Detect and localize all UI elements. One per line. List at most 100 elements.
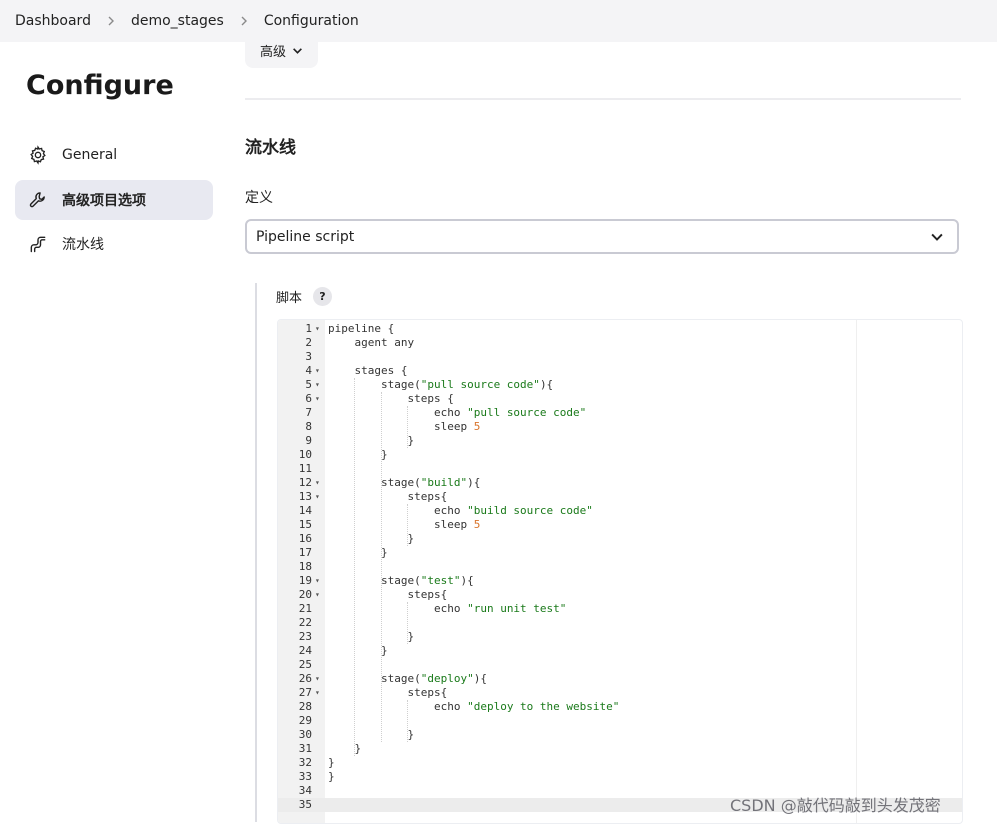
code-text: }: [328, 742, 362, 755]
code-text: steps{: [328, 588, 448, 601]
fold-arrow-icon[interactable]: ▾: [315, 322, 323, 336]
line-number: 10: [298, 448, 312, 461]
indent-guide: [407, 700, 408, 742]
breadcrumb-demo-stages[interactable]: demo_stages: [116, 13, 224, 29]
line-number: 20: [298, 588, 312, 601]
line-number: 12: [298, 476, 312, 489]
code-text: }: [328, 532, 415, 545]
line-number: 7: [305, 406, 312, 419]
code-text: echo "build source code": [328, 504, 593, 517]
line-number: 5: [305, 378, 312, 391]
line-number: 18: [298, 560, 312, 573]
definition-select[interactable]: Pipeline script: [245, 219, 959, 254]
line-number: 25: [298, 658, 312, 671]
watermark: CSDN @敲代码敲到头发茂密: [730, 796, 941, 815]
code-text: }: [328, 756, 335, 769]
indent-guide: [354, 378, 355, 756]
chevron-down-icon: [925, 230, 949, 244]
code-text: stage("build"){: [328, 476, 481, 489]
line-number: 32: [298, 756, 312, 769]
line-number: 26: [298, 672, 312, 685]
line-number: 31: [298, 742, 312, 755]
line-number: 6: [305, 392, 312, 405]
line-number: 34: [298, 784, 312, 797]
nested-section-rule: [255, 283, 257, 822]
indent-guide: [407, 504, 408, 546]
code-text: agent any: [328, 336, 415, 349]
code-text: stages {: [328, 364, 408, 377]
gear-icon: [27, 144, 49, 166]
line-number: 30: [298, 728, 312, 741]
indent-guide: [381, 392, 382, 742]
indent-guide: [407, 602, 408, 644]
sidebar-item-label: 高级项目选项: [62, 193, 146, 209]
code-line[interactable]: 32}: [278, 756, 962, 770]
code-text: }: [328, 644, 388, 657]
line-number: 35: [298, 798, 312, 811]
code-text: pipeline {: [328, 322, 395, 335]
line-number: 23: [298, 630, 312, 643]
code-line[interactable]: 2 agent any: [278, 336, 962, 350]
code-text: }: [328, 630, 415, 643]
fold-arrow-icon[interactable]: ▾: [315, 378, 323, 392]
advanced-button-label: 高级: [259, 44, 286, 60]
code-line[interactable]: 1 ▾ pipeline {: [278, 322, 962, 336]
definition-label: 定义: [245, 190, 273, 206]
code-text: }: [328, 546, 388, 559]
code-text: steps{: [328, 490, 448, 503]
line-number: 9: [305, 434, 312, 447]
code-text: sleep 5: [328, 518, 481, 531]
fold-arrow-icon[interactable]: ▾: [315, 490, 323, 504]
fold-arrow-icon[interactable]: ▾: [315, 574, 323, 588]
breadcrumb-dashboard[interactable]: Dashboard: [0, 13, 91, 29]
chevron-down-icon: [292, 45, 303, 56]
pipeline-icon: [27, 233, 49, 255]
advanced-button[interactable]: 高级: [245, 32, 318, 68]
sidebar-item-general[interactable]: General: [15, 135, 213, 175]
wrench-icon: [27, 189, 49, 211]
line-number: 21: [298, 602, 312, 615]
sidebar-item-label: 流水线: [62, 237, 104, 253]
script-editor[interactable]: 1 ▾ pipeline {2 agent any 3 4 ▾ stages {5 ▾ st…: [277, 319, 963, 824]
line-number: 19: [298, 574, 312, 587]
fold-arrow-icon[interactable]: ▾: [315, 672, 323, 686]
code-line[interactable]: 33}: [278, 770, 962, 784]
line-number: 29: [298, 714, 312, 727]
code-line[interactable]: 3: [278, 350, 962, 364]
sidebar-item-advanced[interactable]: 高级项目选项: [15, 180, 213, 220]
fold-arrow-icon[interactable]: ▾: [315, 588, 323, 602]
line-number: 1: [305, 322, 312, 335]
line-number: 28: [298, 700, 312, 713]
code-text: stage("test"){: [328, 574, 474, 587]
section-title-pipeline: 流水线: [245, 138, 296, 158]
code-text: steps{: [328, 686, 448, 699]
help-icon[interactable]: ?: [313, 287, 332, 306]
breadcrumb: Dashboard demo_stages Configuration: [0, 0, 997, 42]
code-line[interactable]: 31 }: [278, 742, 962, 756]
line-number: 13: [298, 490, 312, 503]
sidebar-item-pipeline[interactable]: 流水线: [15, 224, 213, 264]
code-text: steps {: [328, 392, 454, 405]
code-text: stage("pull source code"){: [328, 378, 554, 391]
chevron-right-icon: [91, 16, 116, 26]
fold-arrow-icon[interactable]: ▾: [315, 392, 323, 406]
fold-arrow-icon[interactable]: ▾: [315, 686, 323, 700]
line-number: 15: [298, 518, 312, 531]
line-number: 11: [298, 462, 312, 475]
page-title: Configure: [26, 70, 174, 101]
code-text: }: [328, 770, 335, 783]
code-text: }: [328, 728, 415, 741]
chevron-right-icon: [224, 16, 249, 26]
breadcrumb-configuration[interactable]: Configuration: [249, 13, 359, 29]
indent-guide: [407, 406, 408, 448]
line-number: 22: [298, 616, 312, 629]
line-number: 3: [305, 350, 312, 363]
line-number: 4: [305, 364, 312, 377]
line-number: 2: [305, 336, 312, 349]
code-line[interactable]: 4 ▾ stages {: [278, 364, 962, 378]
fold-arrow-icon[interactable]: ▾: [315, 364, 323, 378]
definition-select-value: Pipeline script: [256, 228, 355, 245]
line-number: 24: [298, 644, 312, 657]
fold-arrow-icon[interactable]: ▾: [315, 476, 323, 490]
code-line[interactable]: 5 ▾ stage("pull source code"){: [278, 378, 962, 392]
